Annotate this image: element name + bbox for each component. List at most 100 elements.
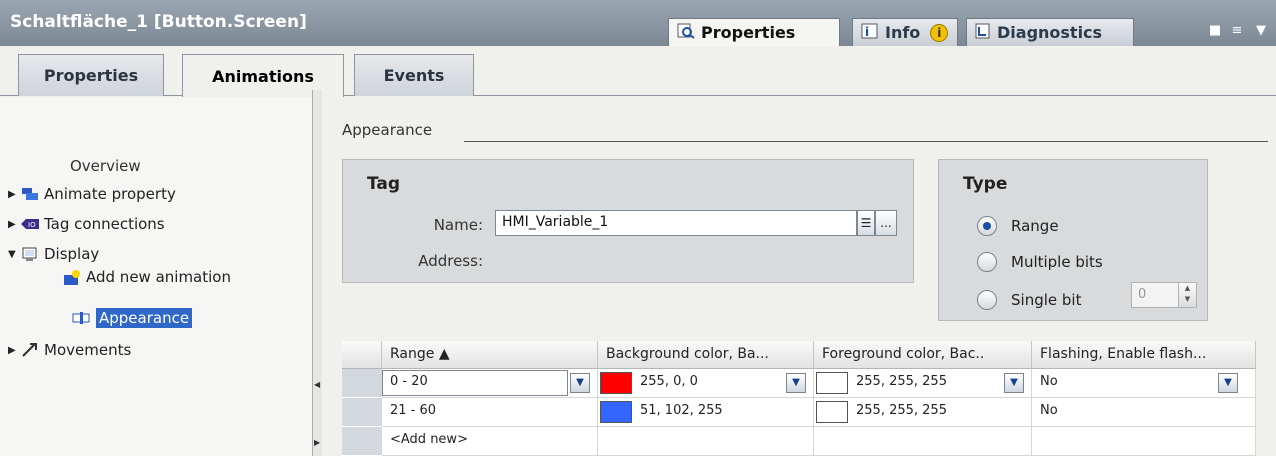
diagnostics-icon xyxy=(975,23,991,43)
tree-item-movements[interactable]: ▶ Movements xyxy=(8,337,131,363)
movements-icon xyxy=(20,342,40,358)
subtab-events[interactable]: Events xyxy=(354,54,474,96)
row-header[interactable] xyxy=(342,398,382,427)
bg-color-value: 51, 102, 255 xyxy=(640,403,723,418)
empty-cell[interactable] xyxy=(1032,427,1256,456)
expand-arrow-icon[interactable]: ▶ xyxy=(8,189,20,200)
radio-multiple-bits-label: Multiple bits xyxy=(1011,253,1103,271)
fg-color-dropdown-icon[interactable]: ▼ xyxy=(1004,373,1024,393)
radio-single-bit-label: Single bit xyxy=(1011,291,1082,309)
address-label: Address: xyxy=(418,252,483,270)
window-title: Schaltfläche_1 [Button.Screen] xyxy=(10,12,307,32)
radio-range-label: Range xyxy=(1011,217,1059,235)
flashing-value: No xyxy=(1040,374,1058,389)
radio-single-bit[interactable]: Single bit xyxy=(977,290,1081,310)
browse-button[interactable]: ... xyxy=(875,210,897,236)
add-new-label: <Add new> xyxy=(390,432,468,447)
appearance-table: Range ▲ Background color, Ba... Foregrou… xyxy=(342,341,1256,456)
table-row-1-range-cell[interactable]: 0 - 20 ▼ xyxy=(382,369,598,398)
radio-multiple-bits[interactable]: Multiple bits xyxy=(977,252,1103,272)
subtab-properties[interactable]: Properties xyxy=(18,54,164,96)
empty-cell[interactable] xyxy=(814,427,1032,456)
scroll-left-arrow-icon[interactable]: ◀ xyxy=(314,380,322,389)
range-dropdown-icon[interactable]: ▼ xyxy=(570,373,590,393)
fg-color-value: 255, 255, 255 xyxy=(856,374,947,389)
column-header-flashing[interactable]: Flashing, Enable flash... xyxy=(1032,341,1256,369)
tree-overview-label: Overview xyxy=(70,157,141,175)
tag-connections-icon: IO xyxy=(20,216,40,232)
name-label: Name: xyxy=(433,216,483,234)
tab-properties[interactable]: Properties xyxy=(668,18,840,46)
tab-diagnostics[interactable]: Diagnostics xyxy=(966,18,1134,46)
table-row-add-new[interactable]: <Add new> xyxy=(382,427,598,456)
flashing-dropdown-icon[interactable]: ▼ xyxy=(1218,373,1238,393)
range-value: 0 - 20 xyxy=(390,374,428,389)
tag-group: Tag Name: HMI_Variable_1 ☰ ... Address: xyxy=(342,159,914,283)
column-header-background-color[interactable]: Background color, Ba... xyxy=(598,341,814,369)
tag-group-title: Tag xyxy=(367,174,401,194)
bg-color-swatch xyxy=(600,372,632,394)
section-title: Appearance xyxy=(342,121,433,139)
table-row-2-flashing-cell[interactable]: No xyxy=(1032,398,1256,427)
tree-item-display[interactable]: ▼ Display xyxy=(8,241,99,267)
appearance-panel: Appearance Tag Name: HMI_Variable_1 ☰ ..… xyxy=(322,97,1276,456)
single-bit-value: 0 xyxy=(1138,287,1147,302)
table-row-2-bg-cell[interactable]: 51, 102, 255 xyxy=(598,398,814,427)
animate-property-icon xyxy=(20,186,40,202)
svg-text:IO: IO xyxy=(28,221,36,229)
magnifier-properties-icon xyxy=(677,23,695,43)
tree-item-animate-property[interactable]: ▶ Animate property xyxy=(8,181,176,207)
row-header[interactable] xyxy=(342,427,382,456)
tree-label-add-new-animation: Add new animation xyxy=(86,268,231,286)
radio-range[interactable]: Range xyxy=(977,216,1059,236)
bg-color-dropdown-icon[interactable]: ▼ xyxy=(786,373,806,393)
bg-color-swatch xyxy=(600,401,632,423)
radio-range-button[interactable] xyxy=(977,216,997,236)
tab-diagnostics-label: Diagnostics xyxy=(997,23,1103,42)
tree-label-tag-connections: Tag connections xyxy=(44,215,165,233)
table-row-1-fg-cell[interactable]: 255, 255, 255 ▼ xyxy=(814,369,1032,398)
tree-scrollbar[interactable]: ◀ ▶ xyxy=(312,90,322,456)
scroll-right-arrow-icon[interactable]: ▶ xyxy=(314,438,322,447)
table-row-2-fg-cell[interactable]: 255, 255, 255 xyxy=(814,398,1032,427)
float-window-icon[interactable]: ■ xyxy=(1206,24,1224,38)
info-icon: i xyxy=(861,23,879,43)
fg-color-swatch xyxy=(816,372,848,394)
radio-multiple-bits-button[interactable] xyxy=(977,252,997,272)
tree-label-animate-property: Animate property xyxy=(44,185,176,203)
empty-cell[interactable] xyxy=(598,427,814,456)
tree-label-display: Display xyxy=(44,245,100,263)
expand-arrow-icon[interactable]: ▶ xyxy=(8,219,20,230)
tree-item-tag-connections[interactable]: ▶ IO Tag connections xyxy=(8,211,165,237)
type-group: Type Range Multiple bits Single bit 0 ▲ ▼ xyxy=(938,159,1208,321)
radio-single-bit-button[interactable] xyxy=(977,290,997,310)
collapse-arrow-icon[interactable]: ▼ xyxy=(8,249,20,260)
list-icon[interactable]: ☰ xyxy=(857,210,875,236)
menu-lines-icon[interactable]: ≡ xyxy=(1228,24,1246,38)
tag-name-field[interactable]: HMI_Variable_1 xyxy=(495,210,857,236)
table-row-2-range-cell[interactable]: 21 - 60 xyxy=(382,398,598,427)
range-value: 21 - 60 xyxy=(390,403,437,418)
tab-info[interactable]: i Info i xyxy=(852,18,958,46)
flashing-value: No xyxy=(1040,403,1058,418)
column-header-foreground-color[interactable]: Foreground color, Bac.. xyxy=(814,341,1032,369)
tree-item-overview[interactable]: Overview xyxy=(70,153,141,179)
animations-subtab-bar: Properties Animations Events xyxy=(0,46,1276,97)
expand-arrow-icon[interactable]: ▶ xyxy=(8,345,20,356)
table-row-1-bg-cell[interactable]: 255, 0, 0 ▼ xyxy=(598,369,814,398)
tree-item-appearance[interactable]: Appearance xyxy=(72,305,193,331)
table-row-1-flashing-cell[interactable]: No ▼ xyxy=(1032,369,1256,398)
single-bit-spinner[interactable]: 0 ▲ ▼ xyxy=(1131,282,1197,308)
animation-tree: Overview ▶ Animate property ▶ IO Tag con… xyxy=(0,97,312,456)
tab-info-label: Info xyxy=(885,23,921,42)
svg-text:i: i xyxy=(865,25,869,39)
chevron-down-icon[interactable]: ▼ xyxy=(1252,24,1270,38)
fg-color-swatch xyxy=(816,401,848,423)
tree-label-movements: Movements xyxy=(44,341,132,359)
spinner-up-down-icon[interactable]: ▲ ▼ xyxy=(1178,283,1196,307)
display-icon xyxy=(20,246,40,262)
tree-item-add-new-animation[interactable]: Add new animation xyxy=(62,269,306,309)
appearance-icon xyxy=(72,310,92,326)
row-header[interactable] xyxy=(342,369,382,398)
column-header-range[interactable]: Range ▲ xyxy=(382,341,598,369)
